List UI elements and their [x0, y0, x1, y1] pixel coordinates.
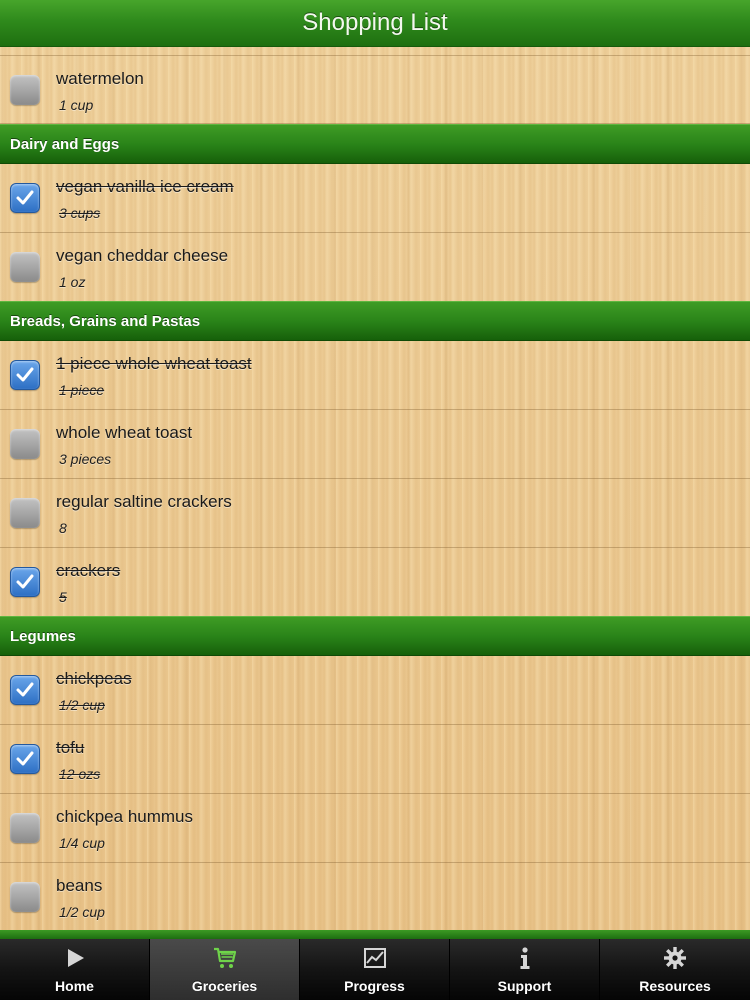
item-name: whole wheat toast — [56, 423, 193, 442]
section-title: Legumes — [10, 627, 76, 645]
item-name: chickpea hummus — [56, 807, 194, 826]
checkbox[interactable] — [10, 813, 40, 843]
item-name: beans — [56, 876, 103, 895]
tab-progress[interactable]: Progress — [300, 939, 450, 1000]
checkbox-checked[interactable] — [10, 744, 40, 774]
checkbox[interactable] — [10, 882, 40, 912]
item-quantity: 3 cups — [59, 205, 101, 221]
item-name: crackers — [56, 561, 121, 580]
gear-icon — [664, 947, 686, 969]
checkbox[interactable] — [10, 74, 40, 105]
cart-icon — [213, 947, 236, 968]
checkbox-checked[interactable] — [10, 675, 40, 705]
item-name: tofu — [56, 738, 85, 757]
item-quantity: 1/2 cup — [59, 904, 105, 920]
item-name: chickpeas — [56, 669, 132, 688]
item-name: vegan cheddar cheese — [56, 246, 229, 265]
item-name: 1 piece whole wheat toast — [56, 354, 252, 373]
list-item[interactable]: tofu 12 ozs — [0, 725, 750, 794]
section-title: Dairy and Eggs — [10, 135, 120, 153]
tab-label: Groceries — [191, 978, 258, 994]
tab-label: Progress — [344, 978, 405, 994]
item-quantity: 1 piece — [59, 382, 105, 398]
tab-label: Support — [497, 978, 552, 994]
list-item[interactable]: beans 1/2 cup — [0, 863, 750, 932]
checkmark-icon — [16, 367, 34, 382]
item-quantity: 12 ozs — [59, 766, 101, 782]
tab-label: Resources — [639, 978, 711, 994]
tab-label: Home — [55, 978, 94, 994]
checkbox-checked[interactable] — [10, 360, 40, 390]
list-item[interactable]: chickpea hummus 1/4 cup — [0, 794, 750, 863]
checkbox[interactable] — [10, 498, 40, 528]
info-icon — [520, 947, 529, 969]
tab-resources[interactable]: Resources — [600, 939, 750, 1000]
play-icon — [67, 949, 84, 967]
tab-groceries[interactable]: Groceries — [150, 939, 300, 1000]
item-name: vegan vanilla ice cream — [56, 177, 234, 196]
item-name: watermelon — [56, 69, 144, 88]
tab-support[interactable]: Support — [450, 939, 600, 1000]
list-item[interactable]: chickpeas 1/2 cup — [0, 656, 750, 725]
checkmark-icon — [16, 574, 34, 589]
shopping-list[interactable]: watermelon 1 cup Dairy and Eggs vegan va… — [0, 47, 750, 939]
checkbox-checked[interactable] — [10, 183, 40, 213]
item-quantity: 3 pieces — [59, 451, 112, 467]
item-quantity: 1/2 cup — [59, 697, 105, 713]
list-item[interactable]: watermelon 1 cup — [0, 55, 750, 124]
section-header-dairy-and-eggs: Dairy and Eggs — [0, 124, 750, 164]
item-name: regular saltine crackers — [56, 492, 232, 511]
list-item[interactable]: 1 piece whole wheat toast 1 piece — [0, 341, 750, 410]
checkbox[interactable] — [10, 429, 40, 459]
item-quantity: 1 cup — [59, 97, 94, 113]
list-item[interactable]: crackers 5 — [0, 548, 750, 617]
item-quantity: 8 — [59, 520, 67, 536]
tab-bar: Home Groceries Progress Support Resource… — [0, 939, 750, 1000]
section-title: Breads, Grains and Pastas — [10, 312, 201, 330]
section-header-breads-grains-pastas: Breads, Grains and Pastas — [0, 301, 750, 341]
section-header-partial — [0, 930, 750, 939]
list-item[interactable]: vegan cheddar cheese 1 oz — [0, 233, 750, 302]
checkmark-icon — [16, 751, 34, 766]
checkbox-checked[interactable] — [10, 567, 40, 597]
item-quantity: 1/4 cup — [59, 835, 105, 851]
section-header-legumes: Legumes — [0, 616, 750, 656]
tab-home[interactable]: Home — [0, 939, 150, 1000]
item-quantity: 1 oz — [59, 274, 86, 290]
item-quantity: 5 — [59, 589, 67, 605]
nav-bar: Shopping List — [0, 0, 750, 47]
list-item[interactable]: regular saltine crackers 8 — [0, 479, 750, 548]
chart-icon — [363, 948, 386, 968]
checkbox[interactable] — [10, 252, 40, 282]
checkmark-icon — [16, 682, 34, 697]
page-title: Shopping List — [302, 9, 448, 36]
list-item[interactable]: whole wheat toast 3 pieces — [0, 410, 750, 479]
checkmark-icon — [16, 190, 34, 205]
list-item[interactable]: vegan vanilla ice cream 3 cups — [0, 164, 750, 233]
